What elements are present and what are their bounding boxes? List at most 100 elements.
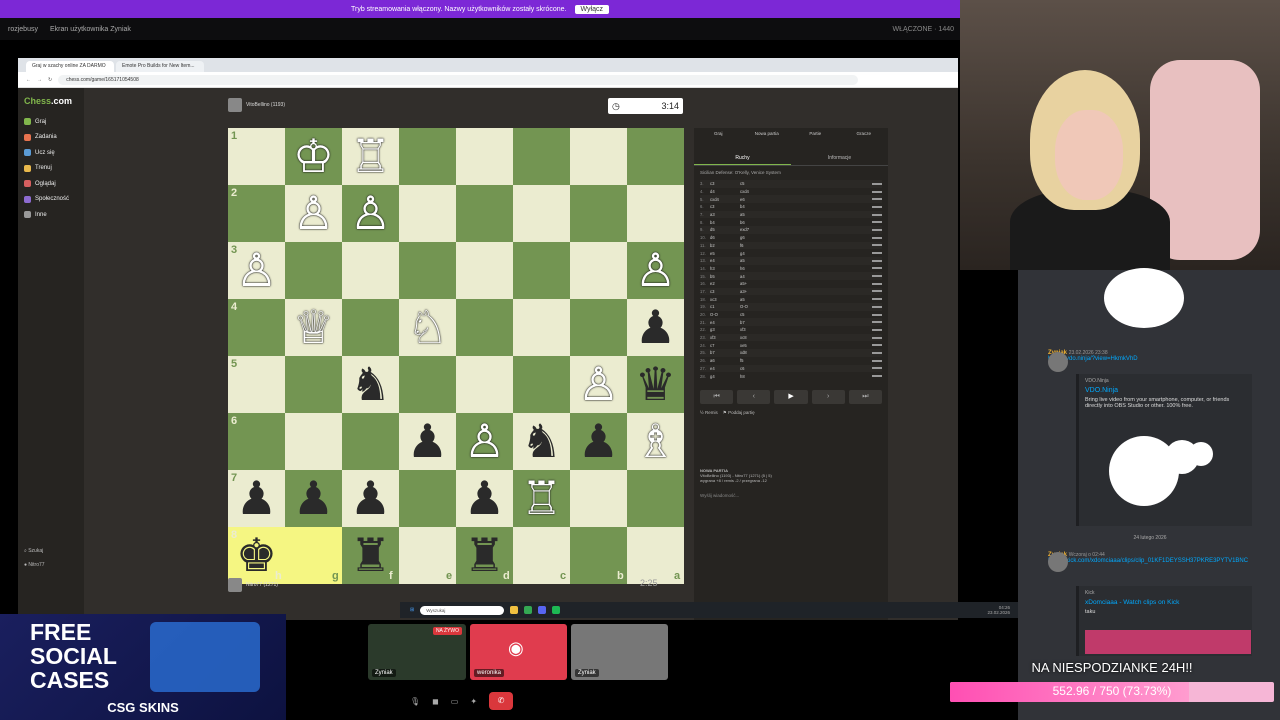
disable-streamer-mode-button[interactable]: Wyłącz (574, 4, 610, 14)
board-square[interactable] (399, 185, 456, 242)
last-move-button[interactable]: ⏭ (848, 389, 883, 404)
chat-link[interactable]: https://kick.com/xdomciaaa/clips/clip_01… (1048, 558, 1248, 564)
back-icon[interactable]: ← (26, 77, 31, 83)
chess-piece[interactable]: ♟ (285, 470, 342, 527)
sidebar-item-społeczność[interactable]: Społeczność (24, 192, 78, 208)
tab-players[interactable]: Gracze (840, 128, 889, 152)
board-square[interactable] (399, 470, 456, 527)
embed-title[interactable]: VDO.Ninja (1085, 387, 1246, 394)
prev-move-button[interactable]: ‹ (737, 389, 771, 404)
chess-piece[interactable]: ♟ (342, 470, 399, 527)
chess-piece[interactable]: ♖ (513, 470, 570, 527)
board-square[interactable] (513, 356, 570, 413)
browser-tab-emote[interactable]: Emote Pro Builds for New Item... (116, 61, 204, 72)
board-square[interactable] (570, 185, 627, 242)
move-row[interactable]: 9. d5 exd7 (700, 226, 882, 234)
move-row[interactable]: 24. c7 xe5 (700, 341, 882, 349)
resign-button[interactable]: ⚑ Poddaj partię (723, 410, 755, 415)
board-square[interactable] (399, 356, 456, 413)
move-row[interactable]: 7. a3 a5 (700, 210, 882, 219)
csgo-skins-ad[interactable]: FREE SOCIAL CASES CSG SKINS (0, 614, 286, 720)
activity-icon[interactable]: ✦ (470, 697, 477, 706)
chess-board[interactable]: 1 2 3 4 5 6 7 8 h g f e d c b a ♔ ♖ ♙ ♙ ♙ ♙ ♕ ♘ ♟ ♞ ♙ ♛ ♟ ♙ ♞ ♟ ♗ ♟ ♟ ♟ ♟ ♖ ♚ ♜… (228, 128, 684, 584)
play-button[interactable]: ▶ (774, 389, 808, 404)
board-square[interactable] (285, 356, 342, 413)
top-player-avatar[interactable] (228, 98, 242, 112)
move-row[interactable]: 26. a6 f5 (700, 357, 882, 365)
board-square[interactable] (342, 413, 399, 470)
chess-piece[interactable]: ♕ (285, 299, 342, 356)
move-row[interactable]: 13. e4 a5 (700, 256, 882, 265)
call-tile-zyniak[interactable]: Zyniak (571, 624, 668, 680)
board-square[interactable] (285, 413, 342, 470)
move-row[interactable]: 27. e4 c6 (700, 364, 882, 373)
kick-clip-thumbnail[interactable] (1085, 630, 1251, 654)
spotify-icon[interactable] (552, 606, 561, 614)
tab-games[interactable]: Partie (791, 128, 840, 152)
chess-piece[interactable]: ♘ (399, 299, 456, 356)
board-square[interactable] (570, 242, 627, 299)
move-row[interactable]: 5. cxd4 e6 (700, 195, 882, 204)
board-square[interactable] (342, 242, 399, 299)
board-square[interactable] (627, 185, 684, 242)
move-row[interactable]: 10. d6 g6 (700, 234, 882, 242)
chrome-icon[interactable] (524, 606, 533, 614)
board-square[interactable] (627, 128, 684, 185)
board-square[interactable] (399, 242, 456, 299)
move-row[interactable]: 12. e5 g4 (700, 249, 882, 257)
tab-new-game[interactable]: Nowa partia (743, 128, 792, 152)
move-row[interactable]: 25. b7 xd8 (700, 349, 882, 357)
sidebar-item-inne[interactable]: Inne (24, 207, 78, 223)
board-square[interactable] (570, 128, 627, 185)
subtab-info[interactable]: Informacje (791, 152, 888, 165)
move-row[interactable]: 11. b2 f6 (700, 241, 882, 250)
board-square[interactable] (456, 356, 513, 413)
move-row[interactable]: 18. xc3 a5 (700, 295, 882, 303)
disconnect-button[interactable]: ✆ (489, 692, 514, 710)
chess-piece[interactable]: ♟ (570, 413, 627, 470)
chess-piece[interactable]: ♟ (627, 299, 684, 356)
board-square[interactable] (513, 128, 570, 185)
chess-piece[interactable]: ♛ (627, 356, 684, 413)
chess-piece[interactable]: ♟ (456, 470, 513, 527)
chess-piece[interactable]: ♞ (513, 413, 570, 470)
move-row[interactable]: 20. O-O c5 (700, 311, 882, 319)
chess-piece[interactable]: ♗ (627, 413, 684, 470)
microphone-icon[interactable]: 🎙 (410, 697, 420, 706)
reload-icon[interactable]: ↻ (48, 77, 52, 83)
sidebar-item-graj[interactable]: Graj (24, 114, 78, 130)
call-tile-zyniak-stream[interactable]: NA ŻYWO Zyniak (368, 624, 466, 680)
move-row[interactable]: 28. g4 h8 (700, 372, 882, 380)
board-square[interactable] (399, 128, 456, 185)
chess-piece[interactable]: ♙ (342, 185, 399, 242)
sidebar-search[interactable]: ⌕ Szukaj (24, 548, 43, 554)
board-square[interactable] (285, 242, 342, 299)
next-move-button[interactable]: › (811, 389, 845, 404)
call-tile-weronika[interactable]: ◉ weronika (470, 624, 567, 680)
chess-piece[interactable]: ♙ (456, 413, 513, 470)
avatar[interactable] (1048, 552, 1068, 572)
chess-piece[interactable]: ♟ (228, 470, 285, 527)
taskbar-clock[interactable]: 04:26 23.02.2026 (987, 605, 1010, 615)
taskbar-search[interactable]: Wyszukaj (420, 605, 505, 615)
sidebar-item-ucz-się[interactable]: Ucz się (24, 145, 78, 161)
move-row[interactable]: 4. d4 cxd4 (700, 188, 882, 196)
embed-title[interactable]: xDomciaaa - Watch clips on Kick (1085, 599, 1246, 606)
chess-piece[interactable]: ♖ (342, 128, 399, 185)
move-row[interactable]: 22. g3 xf3 (700, 326, 882, 334)
browser-tab-chess[interactable]: Graj w szachy online ZA DARMO (26, 61, 114, 72)
explorer-icon[interactable] (510, 606, 519, 614)
sidebar-item-trenuj[interactable]: Trenuj (24, 161, 78, 177)
board-square[interactable] (456, 299, 513, 356)
sidebar-item-zadania[interactable]: Zadania (24, 130, 78, 146)
bottom-player-avatar[interactable] (228, 578, 242, 592)
move-row[interactable]: 23. xf3 xc8 (700, 333, 882, 342)
address-input[interactable]: chess.com/game/165171054508 (58, 74, 859, 85)
move-row[interactable]: 3. c3 c5 (700, 180, 882, 188)
camera-icon[interactable]: ◼ (432, 697, 439, 706)
top-player-name[interactable]: VitoBellino (1193) (246, 102, 285, 108)
move-row[interactable]: 8. b4 b6 (700, 218, 882, 226)
chess-piece[interactable]: ♙ (570, 356, 627, 413)
board-square[interactable] (513, 299, 570, 356)
sidebar-user[interactable]: ● Nitro77 (24, 562, 45, 568)
